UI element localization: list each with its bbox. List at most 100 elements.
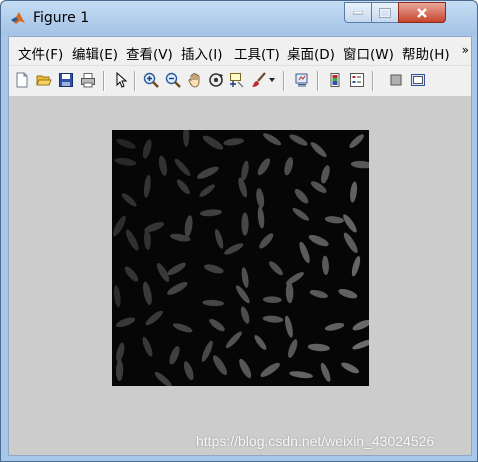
rice-grain <box>307 343 330 352</box>
rotate-3d-button[interactable] <box>207 71 225 89</box>
colorbar-icon <box>330 73 340 87</box>
new-figure-button[interactable] <box>13 71 31 89</box>
figure-client-area: 文件(F) 编辑(E) 查看(V) 插入(I) 工具(T) 桌面(D) 窗口(W… <box>8 36 472 456</box>
legend-icon <box>350 73 364 87</box>
menu-insert[interactable]: 插入(I) <box>181 43 223 63</box>
zoom-out-icon <box>165 72 181 88</box>
close-button[interactable] <box>398 2 446 23</box>
rice-grain <box>289 134 308 146</box>
menu-desktop[interactable]: 桌面(D) <box>287 43 335 63</box>
rice-grain <box>239 358 252 379</box>
pan-button[interactable] <box>186 71 204 89</box>
rice-grain <box>299 241 310 264</box>
data-cursor-button[interactable] <box>228 71 246 89</box>
print-button[interactable] <box>79 71 97 89</box>
close-icon <box>417 7 427 18</box>
open-file-button[interactable] <box>35 71 53 89</box>
rice-grain <box>199 209 222 217</box>
maximize-button[interactable] <box>371 2 399 23</box>
open-file-icon <box>36 75 52 86</box>
rice-grain <box>202 299 224 307</box>
rice-grain <box>256 188 265 208</box>
rice-grain <box>324 322 345 331</box>
menu-overflow-chevron[interactable]: » <box>462 43 469 57</box>
rice-grain <box>309 289 328 299</box>
print-icon <box>81 73 95 88</box>
rice-grain <box>262 296 282 304</box>
rice-grain <box>238 177 248 198</box>
rice-grain <box>112 215 126 237</box>
rice-grain <box>308 235 329 247</box>
rice-grain <box>183 361 194 381</box>
rice-grain <box>116 138 136 149</box>
rice-grain <box>143 229 151 250</box>
rice-grain <box>343 214 357 233</box>
rice-grain <box>158 155 168 176</box>
show-plot-tools-button[interactable] <box>409 71 427 89</box>
rice-grain <box>284 157 294 176</box>
rice-grain <box>292 207 310 221</box>
menu-tools[interactable]: 工具(T) <box>234 43 280 63</box>
rice-grain <box>350 160 369 169</box>
brush-dropdown-icon <box>269 78 275 82</box>
save-button[interactable] <box>57 71 75 89</box>
rice-grain <box>241 160 249 181</box>
rice-grain <box>241 212 249 236</box>
zoom-in-button[interactable] <box>142 71 160 89</box>
maximize-icon <box>379 7 391 18</box>
colorbar-button[interactable] <box>326 71 344 89</box>
new-figure-icon <box>16 72 28 88</box>
menu-help[interactable]: 帮助(H) <box>402 43 450 63</box>
figure-toolbar <box>9 65 471 97</box>
rice-grain <box>202 135 224 150</box>
rice-grain <box>124 266 139 282</box>
zoom-out-button[interactable] <box>164 71 182 89</box>
watermark-text: https://blog.csdn.net/weixin_43024526 <box>196 433 435 449</box>
menu-edit[interactable]: 编辑(E) <box>72 43 118 63</box>
rotate-3d-icon <box>209 73 223 87</box>
rice-grain <box>201 340 213 362</box>
toolbar-separator <box>372 71 374 91</box>
rice-grain <box>145 310 163 326</box>
matlab-logo-icon <box>11 12 25 24</box>
rice-grain <box>269 261 283 276</box>
rice-grain <box>338 289 358 299</box>
minimize-button[interactable] <box>344 2 372 23</box>
rice-grain <box>341 362 359 374</box>
title-bar[interactable]: Figure 1 <box>1 1 477 35</box>
brush-dropdown-button[interactable] <box>267 71 277 89</box>
rice-grain <box>241 267 249 288</box>
legend-button[interactable] <box>348 71 366 89</box>
rice-grain <box>196 166 219 179</box>
rice-grain <box>167 262 186 276</box>
menu-view[interactable]: 查看(V) <box>126 43 173 63</box>
link-plot-button[interactable] <box>293 71 311 89</box>
rice-grain <box>350 181 358 203</box>
rice-grain <box>167 281 188 295</box>
minimize-icon <box>353 10 363 14</box>
rice-grain <box>321 165 330 184</box>
menu-window[interactable]: 窗口(W) <box>343 43 394 63</box>
hide-plot-tools-button[interactable] <box>387 71 405 89</box>
rice-image-axes[interactable] <box>112 130 369 386</box>
rice-grain <box>262 315 284 323</box>
rice-grain <box>285 281 294 304</box>
rice-grain <box>310 142 327 158</box>
save-icon <box>59 73 73 87</box>
rice-grain <box>324 216 344 224</box>
pointer-button[interactable] <box>112 71 130 89</box>
rice-grain <box>115 359 124 382</box>
rice-grain <box>240 306 250 324</box>
rice-grain <box>172 323 193 333</box>
rice-grain <box>143 281 152 305</box>
rice-grain <box>199 184 215 198</box>
brush-button[interactable] <box>250 71 268 89</box>
figure-canvas[interactable] <box>9 96 471 455</box>
rice-grains-image <box>112 130 369 386</box>
toolbar-separator <box>134 71 136 91</box>
rice-grain <box>254 335 267 350</box>
menu-file[interactable]: 文件(F) <box>18 43 63 63</box>
rice-grain <box>169 346 180 365</box>
rice-grain <box>143 174 151 198</box>
pointer-icon <box>116 72 128 88</box>
